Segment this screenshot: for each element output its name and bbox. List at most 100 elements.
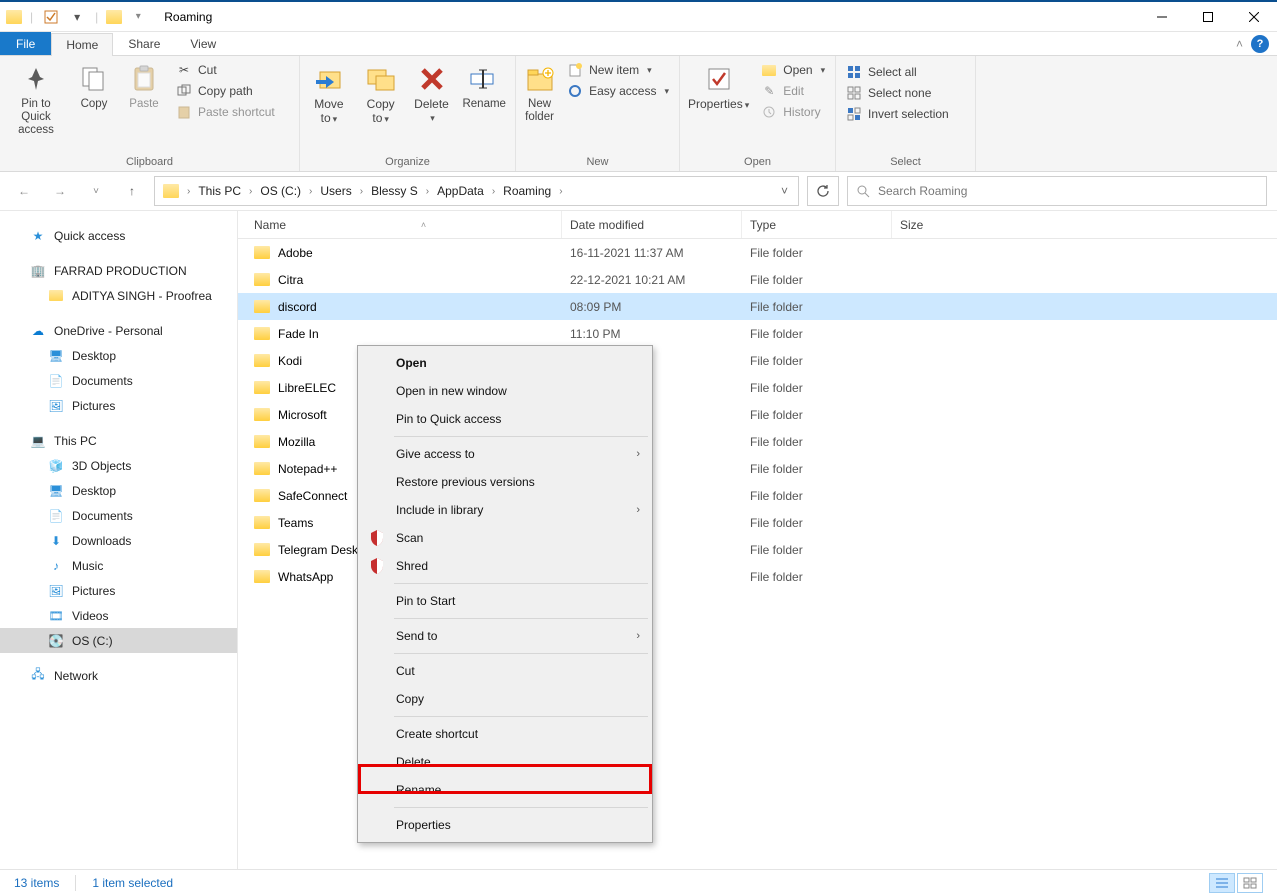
- pin-label: Pin to Quick access: [8, 98, 64, 138]
- copy-to-button[interactable]: Copy to▾: [358, 58, 404, 130]
- cm-copy[interactable]: Copy: [360, 685, 650, 713]
- sidebar-documents[interactable]: 📄Documents: [0, 503, 237, 528]
- tab-share[interactable]: Share: [113, 32, 175, 55]
- table-row[interactable]: discord08:09 PMFile folder: [238, 293, 1277, 320]
- address-dropdown-icon[interactable]: ˅: [775, 184, 794, 198]
- crumb-os[interactable]: OS (C:): [256, 177, 305, 205]
- chevron-right-icon[interactable]: ›: [557, 186, 564, 197]
- cm-cut[interactable]: Cut: [360, 657, 650, 685]
- sidebar-quick-access[interactable]: ★Quick access: [0, 223, 237, 248]
- cm-delete[interactable]: Delete: [360, 748, 650, 776]
- select-all-button[interactable]: Select all: [842, 62, 953, 82]
- crumb-this-pc[interactable]: This PC: [194, 177, 245, 205]
- column-size[interactable]: Size: [892, 211, 992, 238]
- cloud-icon: ☁: [30, 323, 46, 339]
- recent-dropdown[interactable]: ˅: [82, 177, 110, 205]
- maximize-button[interactable]: [1185, 2, 1231, 32]
- sidebar-aditya[interactable]: ADITYA SINGH - Proofrea: [0, 283, 237, 308]
- tab-view[interactable]: View: [175, 32, 231, 55]
- sidebar-music[interactable]: ♪Music: [0, 553, 237, 578]
- copy-path-button[interactable]: Copy path: [172, 81, 279, 101]
- tab-file[interactable]: File: [0, 32, 51, 55]
- cm-send-to[interactable]: Send to›: [360, 622, 650, 650]
- sidebar-downloads[interactable]: ⬇Downloads: [0, 528, 237, 553]
- sidebar-od-documents[interactable]: 📄Documents: [0, 368, 237, 393]
- crumb-appdata[interactable]: AppData: [433, 177, 488, 205]
- cm-create-shortcut[interactable]: Create shortcut: [360, 720, 650, 748]
- history-button[interactable]: History: [757, 102, 829, 122]
- table-row[interactable]: Adobe16-11-2021 11:37 AMFile folder: [238, 239, 1277, 266]
- crumb-user[interactable]: Blessy S: [367, 177, 422, 205]
- back-button[interactable]: ←: [10, 177, 38, 205]
- chevron-right-icon[interactable]: ›: [247, 186, 254, 197]
- crumb-users[interactable]: Users: [316, 177, 355, 205]
- sidebar-os-drive[interactable]: 💽OS (C:): [0, 628, 237, 653]
- cm-rename[interactable]: Rename: [360, 776, 650, 804]
- forward-button[interactable]: →: [46, 177, 74, 205]
- qat-properties-icon[interactable]: [41, 7, 61, 27]
- new-item-button[interactable]: New item▾: [563, 60, 673, 80]
- paste-shortcut-button[interactable]: Paste shortcut: [172, 102, 279, 122]
- sidebar-videos[interactable]: 🎞Videos: [0, 603, 237, 628]
- sidebar-farrad[interactable]: 🏢FARRAD PRODUCTION: [0, 258, 237, 283]
- chevron-right-icon[interactable]: ›: [490, 186, 497, 197]
- sidebar-od-desktop[interactable]: 🖥Desktop: [0, 343, 237, 368]
- sidebar-onedrive[interactable]: ☁OneDrive - Personal: [0, 318, 237, 343]
- sidebar-3d[interactable]: 🧊3D Objects: [0, 453, 237, 478]
- pin-to-quick-access-button[interactable]: Pin to Quick access: [6, 58, 66, 142]
- invert-selection-button[interactable]: Invert selection: [842, 104, 953, 124]
- table-row[interactable]: Citra22-12-2021 10:21 AMFile folder: [238, 266, 1277, 293]
- new-folder-button[interactable]: New folder: [522, 58, 557, 128]
- ribbon-collapse-icon[interactable]: ˄: [1236, 37, 1243, 51]
- minimize-button[interactable]: [1139, 2, 1185, 32]
- chevron-right-icon[interactable]: ›: [307, 186, 314, 197]
- tab-home[interactable]: Home: [51, 33, 113, 56]
- close-button[interactable]: [1231, 2, 1277, 32]
- paste-button[interactable]: Paste: [122, 58, 166, 115]
- cm-shred[interactable]: Shred: [360, 552, 650, 580]
- copy-button[interactable]: Copy: [72, 58, 116, 115]
- cm-restore-previous[interactable]: Restore previous versions: [360, 468, 650, 496]
- column-date[interactable]: Date modified: [562, 211, 742, 238]
- sidebar-od-pictures[interactable]: 🖼Pictures: [0, 393, 237, 418]
- easy-access-button[interactable]: Easy access▾: [563, 81, 673, 101]
- properties-button[interactable]: Properties▾: [686, 58, 751, 116]
- qat-dropdown-icon[interactable]: ▾: [67, 7, 87, 27]
- help-icon[interactable]: ?: [1251, 35, 1269, 53]
- search-input[interactable]: Search Roaming: [847, 176, 1267, 206]
- cm-pin-quick-access[interactable]: Pin to Quick access: [360, 405, 650, 433]
- move-to-button[interactable]: Move to▾: [306, 58, 352, 130]
- cut-button[interactable]: ✂Cut: [172, 60, 279, 80]
- rename-button[interactable]: Rename: [459, 58, 509, 115]
- column-type[interactable]: Type: [742, 211, 892, 238]
- open-button[interactable]: Open▾: [757, 60, 829, 80]
- sidebar-network[interactable]: 🖧Network: [0, 663, 237, 688]
- column-name[interactable]: Name˄: [238, 211, 562, 238]
- refresh-button[interactable]: [807, 176, 839, 206]
- sidebar-pictures[interactable]: 🖼Pictures: [0, 578, 237, 603]
- folder-icon: [254, 300, 270, 313]
- crumb-roaming[interactable]: Roaming: [499, 177, 555, 205]
- qat-overflow-icon[interactable]: ▾: [128, 7, 148, 27]
- view-large-icons-button[interactable]: [1237, 873, 1263, 893]
- view-details-button[interactable]: [1209, 873, 1235, 893]
- cm-give-access[interactable]: Give access to›: [360, 440, 650, 468]
- cm-include-library[interactable]: Include in library›: [360, 496, 650, 524]
- chevron-right-icon[interactable]: ›: [358, 186, 365, 197]
- edit-button[interactable]: ✎Edit: [757, 81, 829, 101]
- cm-open[interactable]: Open: [360, 349, 650, 377]
- cm-scan[interactable]: Scan: [360, 524, 650, 552]
- sidebar-desktop[interactable]: 🖥Desktop: [0, 478, 237, 503]
- table-row[interactable]: Fade In11:10 PMFile folder: [238, 320, 1277, 347]
- cm-open-new-window[interactable]: Open in new window: [360, 377, 650, 405]
- separator: [394, 583, 648, 584]
- delete-button[interactable]: Delete▾: [410, 58, 454, 129]
- sidebar-this-pc[interactable]: 💻This PC: [0, 428, 237, 453]
- up-button[interactable]: ↑: [118, 177, 146, 205]
- select-none-button[interactable]: Select none: [842, 83, 953, 103]
- cm-pin-start[interactable]: Pin to Start: [360, 587, 650, 615]
- chevron-right-icon[interactable]: ›: [424, 186, 431, 197]
- cm-properties[interactable]: Properties: [360, 811, 650, 839]
- breadcrumb[interactable]: › This PC› OS (C:)› Users› Blessy S› App…: [154, 176, 799, 206]
- chevron-right-icon[interactable]: ›: [185, 186, 192, 197]
